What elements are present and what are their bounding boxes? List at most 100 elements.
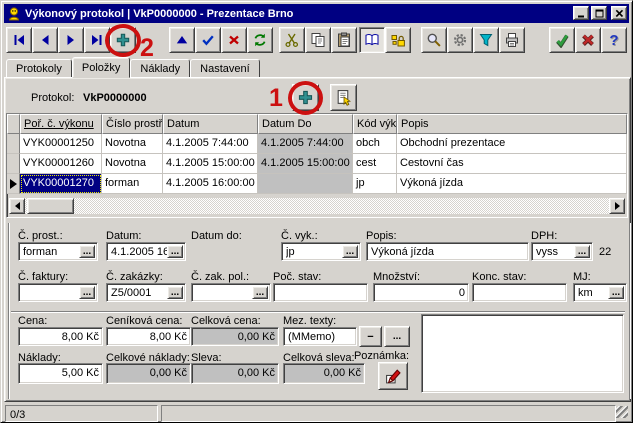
cell-por-c-vykonu-selected[interactable]: VYK00001270	[20, 174, 102, 194]
cell-kod-vykonu[interactable]: cest	[353, 154, 397, 174]
cell-cislo-prostredku[interactable]: forman	[102, 174, 163, 194]
cancel-edit-button[interactable]	[221, 27, 247, 53]
gear-icon	[452, 32, 468, 48]
poc-stav-field[interactable]	[273, 283, 368, 302]
dph-field[interactable]: vyss ...	[531, 242, 593, 261]
pick-item-button[interactable]	[330, 84, 357, 111]
cell-datum[interactable]: 4.1.2005 15:00:00	[163, 154, 258, 174]
grid-horizontal-scrollbar[interactable]	[9, 198, 625, 214]
tab-protokoly[interactable]: Protokoly	[6, 59, 72, 78]
poznamka-textarea[interactable]	[421, 314, 624, 393]
c-zakazky-field[interactable]: Z5/0001 ...	[106, 283, 186, 302]
tab-nastaveni[interactable]: Nastavení	[190, 59, 260, 78]
mez-texty-field[interactable]: (MMemo)	[283, 327, 357, 346]
paste-button[interactable]	[331, 27, 357, 53]
help-button[interactable]: ?	[601, 27, 627, 53]
c-zakazky-lookup-button[interactable]: ...	[167, 286, 183, 299]
right-panel-edge	[629, 223, 631, 399]
print-button[interactable]	[499, 27, 525, 53]
scroll-left-button[interactable]	[9, 198, 25, 214]
c-faktury-lookup-button[interactable]: ...	[79, 286, 95, 299]
c-prost-field[interactable]: forman ...	[18, 242, 98, 261]
grid-header-por-c-vykonu[interactable]: Poř. č. výkonu	[20, 114, 102, 134]
table-row[interactable]: VYK00001250 Novotna 4.1.2005 7:44:00 4.1…	[7, 134, 627, 154]
grid-header-cislo-prostredku[interactable]: Číslo prostředku	[102, 114, 163, 134]
scrollbar-thumb[interactable]	[27, 198, 74, 214]
celkova-cena-label: Celková cena:	[191, 315, 261, 327]
post-edit-button[interactable]	[195, 27, 221, 53]
mj-field[interactable]: km ...	[573, 283, 627, 302]
open-book-icon	[364, 32, 380, 48]
cell-por-c-vykonu[interactable]: VYK00001250	[20, 134, 102, 154]
help-icon: ?	[609, 32, 618, 49]
right-arrow-icon	[615, 202, 620, 210]
cell-datum-do[interactable]: 4.1.2005 7:44:00	[258, 134, 353, 154]
discard-cancel-button[interactable]	[575, 27, 601, 53]
items-grid: Poř. č. výkonu Číslo prostředku Datum Da…	[6, 113, 628, 218]
poznamka-edit-button[interactable]	[378, 362, 408, 390]
x-icon	[226, 32, 242, 48]
c-zak-pol-lookup-button[interactable]: ...	[252, 286, 268, 299]
cenikova-cena-field[interactable]: 8,00 Kč	[106, 327, 191, 346]
c-vyk-lookup-button[interactable]: ...	[342, 245, 358, 258]
mez-texty-lookup-button[interactable]: ...	[384, 326, 410, 347]
datum-field[interactable]: 4.1.2005 16 ...	[106, 242, 186, 261]
copy-button[interactable]	[305, 27, 331, 53]
grid-header-kod-vykonu[interactable]: Kód výkonu	[353, 114, 397, 134]
cell-cislo-prostredku[interactable]: Novotna	[102, 154, 163, 174]
settings-button[interactable]	[447, 27, 473, 53]
cell-popis[interactable]: Cestovní čas	[397, 154, 627, 174]
scissors-icon	[284, 32, 300, 48]
c-zak-pol-field[interactable]: ...	[191, 283, 271, 302]
konc-stav-field[interactable]	[472, 283, 567, 302]
c-faktury-field[interactable]: ...	[18, 283, 98, 302]
mj-lookup-button[interactable]: ...	[608, 286, 624, 299]
celkova-cena-field: 0,00 Kč	[191, 327, 279, 346]
datum-lookup-button[interactable]: ...	[167, 245, 183, 258]
table-row-selected[interactable]: VYK00001270 forman 4.1.2005 16:00:00 jp …	[7, 174, 627, 194]
browse-mode-button[interactable]	[359, 27, 385, 53]
filter-button[interactable]	[473, 27, 499, 53]
poc-stav-label: Poč. stav:	[273, 271, 321, 283]
table-row[interactable]: VYK00001260 Novotna 4.1.2005 15:00:00 4.…	[7, 154, 627, 174]
search-button[interactable]	[421, 27, 447, 53]
cell-datum[interactable]: 4.1.2005 16:00:00	[163, 174, 258, 194]
move-up-button[interactable]	[169, 27, 195, 53]
c-vyk-field[interactable]: jp ...	[281, 242, 361, 261]
first-record-button[interactable]	[6, 27, 32, 53]
tab-polozky[interactable]: Položky	[72, 57, 131, 78]
mnozstvi-field[interactable]: 0	[373, 283, 469, 302]
cell-kod-vykonu[interactable]: jp	[353, 174, 397, 194]
refresh-button[interactable]	[247, 27, 273, 53]
cut-button[interactable]	[279, 27, 305, 53]
window-title: Výkonový protokol | VkP0000000 - Prezent…	[25, 8, 293, 20]
cell-popis[interactable]: Výkoná jízda	[397, 174, 627, 194]
cell-kod-vykonu[interactable]: obch	[353, 134, 397, 154]
cell-datum[interactable]: 4.1.2005 7:44:00	[163, 134, 258, 154]
mez-texty-clear-button[interactable]: −	[359, 326, 382, 347]
prior-record-button[interactable]	[32, 27, 58, 53]
grid-header-row: Poř. č. výkonu Číslo prostředku Datum Da…	[7, 114, 627, 134]
cell-datum-do[interactable]: 4.1.2005 15:00:00	[258, 154, 353, 174]
apply-ok-button[interactable]	[549, 27, 575, 53]
grid-header-datum-do[interactable]: Datum Do	[258, 114, 353, 134]
cell-popis[interactable]: Obchodní prezentace	[397, 134, 627, 154]
popis-field[interactable]: Výkoná jízda	[366, 242, 529, 261]
dph-lookup-button[interactable]: ...	[574, 245, 590, 258]
resize-grip[interactable]	[616, 406, 628, 418]
close-button[interactable]	[611, 6, 627, 20]
annotation-circle-2	[105, 24, 141, 57]
maximize-button[interactable]	[591, 6, 607, 20]
naklady-field[interactable]: 5,00 Kč	[18, 363, 103, 384]
grid-header-popis[interactable]: Popis	[397, 114, 627, 134]
next-record-button[interactable]	[58, 27, 84, 53]
grid-header-datum[interactable]: Datum	[163, 114, 258, 134]
cell-cislo-prostredku[interactable]: Novotna	[102, 134, 163, 154]
permissions-button[interactable]	[385, 27, 411, 53]
minimize-button[interactable]	[573, 6, 589, 20]
cell-por-c-vykonu[interactable]: VYK00001260	[20, 154, 102, 174]
c-prost-lookup-button[interactable]: ...	[79, 245, 95, 258]
cell-datum-do[interactable]	[258, 174, 353, 194]
cena-field[interactable]: 8,00 Kč	[18, 327, 103, 346]
scroll-right-button[interactable]	[609, 198, 625, 214]
